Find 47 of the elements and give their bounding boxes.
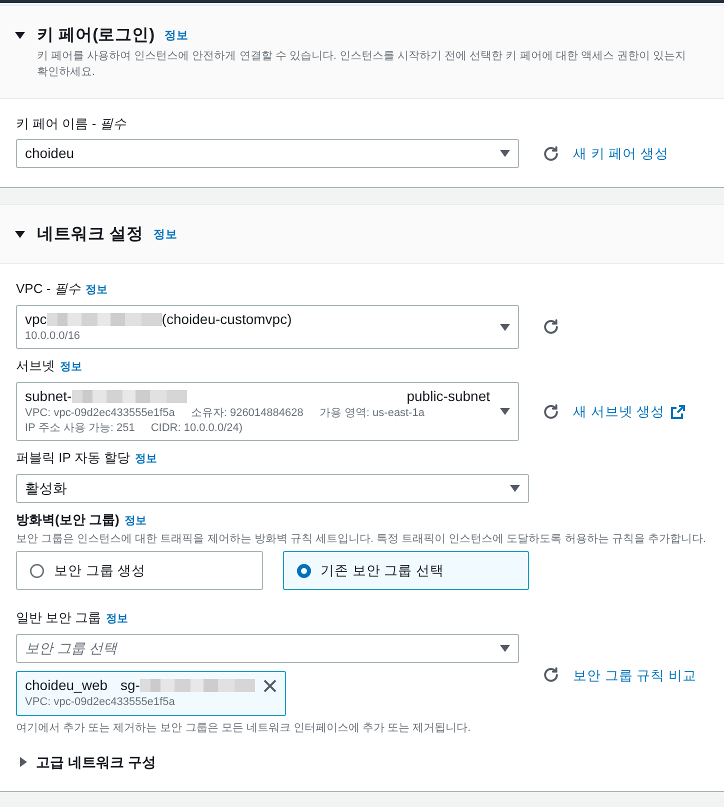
dropdown-select[interactable]: choideu — [16, 139, 519, 168]
field-description: 보안 그룹은 인스턴스에 대한 트래픽을 제어하는 방화벽 규칙 세트입니다. 특정 트래픽이 인스턴스에 도달하도록 허용하는 규칙을 추가합니다. — [16, 532, 707, 546]
field-label: 키 페어 이름 - 필수 — [16, 115, 126, 133]
info-link[interactable]: 정보 — [60, 358, 82, 376]
caret-icon — [500, 408, 510, 415]
caret-icon — [500, 150, 510, 157]
section-description: 키 페어를 사용하여 인스턴스에 안전하게 연결할 수 있습니다. 인스턴스를 시작하기 전에 선택한 키 페어에 대한 액세스 권한이 있는지 확인하세요. — [36, 49, 688, 80]
security-group-id: sg- — [120, 676, 140, 695]
refresh-icon[interactable] — [543, 319, 559, 335]
caret-icon[interactable] — [15, 32, 25, 38]
field-hint: 여기에서 추가 또는 제거하는 보안 그룹은 모든 네트워크 인터페이스에 추가 또는 제거됩니다. — [16, 721, 472, 735]
caret-icon — [500, 324, 510, 330]
close-icon[interactable] — [262, 678, 277, 692]
field-label: 일반 보안 그룹 — [16, 609, 102, 627]
dropdown-select[interactable]: vpc (choideu-customvpc) 10.0.0.0/16 — [16, 305, 519, 349]
radio-tile[interactable]: 기존 보안 그룹 선택 — [282, 551, 529, 590]
action-link[interactable]: 보안 그룹 규칙 비교 — [573, 666, 696, 684]
refresh-icon[interactable] — [543, 404, 559, 420]
action-link[interactable]: 새 키 페어 생성 — [573, 144, 668, 163]
token-description: VPC: vpc-09d2ec433555e1f5a — [25, 695, 176, 710]
info-link[interactable]: 정보 — [106, 610, 128, 628]
token-name: choideu_web — [25, 676, 108, 695]
caret-icon[interactable] — [15, 230, 25, 238]
dropdown-select[interactable]: 보안 그룹 선택 — [16, 634, 519, 663]
info-link[interactable]: 정보 — [164, 28, 189, 42]
section-title: 네트워크 설정 — [37, 224, 144, 245]
section-title: 키 페어(로그인) — [37, 25, 155, 46]
caret-icon — [500, 645, 510, 652]
info-link[interactable]: 정보 — [85, 281, 108, 299]
radio-tile[interactable]: 보안 그룹 생성 — [16, 551, 262, 590]
action-link[interactable]: 새 서브넷 생성 — [573, 402, 685, 421]
info-link[interactable]: 정보 — [134, 450, 157, 468]
info-link[interactable]: 정보 — [154, 226, 178, 242]
radio-icon — [30, 564, 44, 578]
caret-icon — [510, 485, 520, 492]
radio-icon — [296, 564, 310, 578]
refresh-icon[interactable] — [543, 667, 559, 683]
field-label: 서브넷 — [16, 357, 55, 375]
caret-icon[interactable] — [20, 757, 27, 767]
expand-toggle[interactable]: 고급 네트워크 구성 — [16, 752, 156, 772]
dropdown-select[interactable]: subnet- public-subnet VPC: vpc-09d2ec433555e1f5a 소유자: 926014884628 가용 영역: us-east-1a IP 주소 사용 가능: 251 CIDR: 10.0.0.0/24) — [16, 382, 519, 441]
info-link[interactable]: 정보 — [124, 512, 146, 530]
field-label: 퍼블릭 IP 자동 할당 — [16, 449, 130, 467]
field-label: 방화벽(보안 그룹) — [16, 511, 120, 529]
refresh-icon[interactable] — [543, 146, 559, 162]
field-label: VPC - 필수 — [16, 280, 80, 298]
dropdown-select[interactable]: 활성화 — [16, 474, 529, 503]
